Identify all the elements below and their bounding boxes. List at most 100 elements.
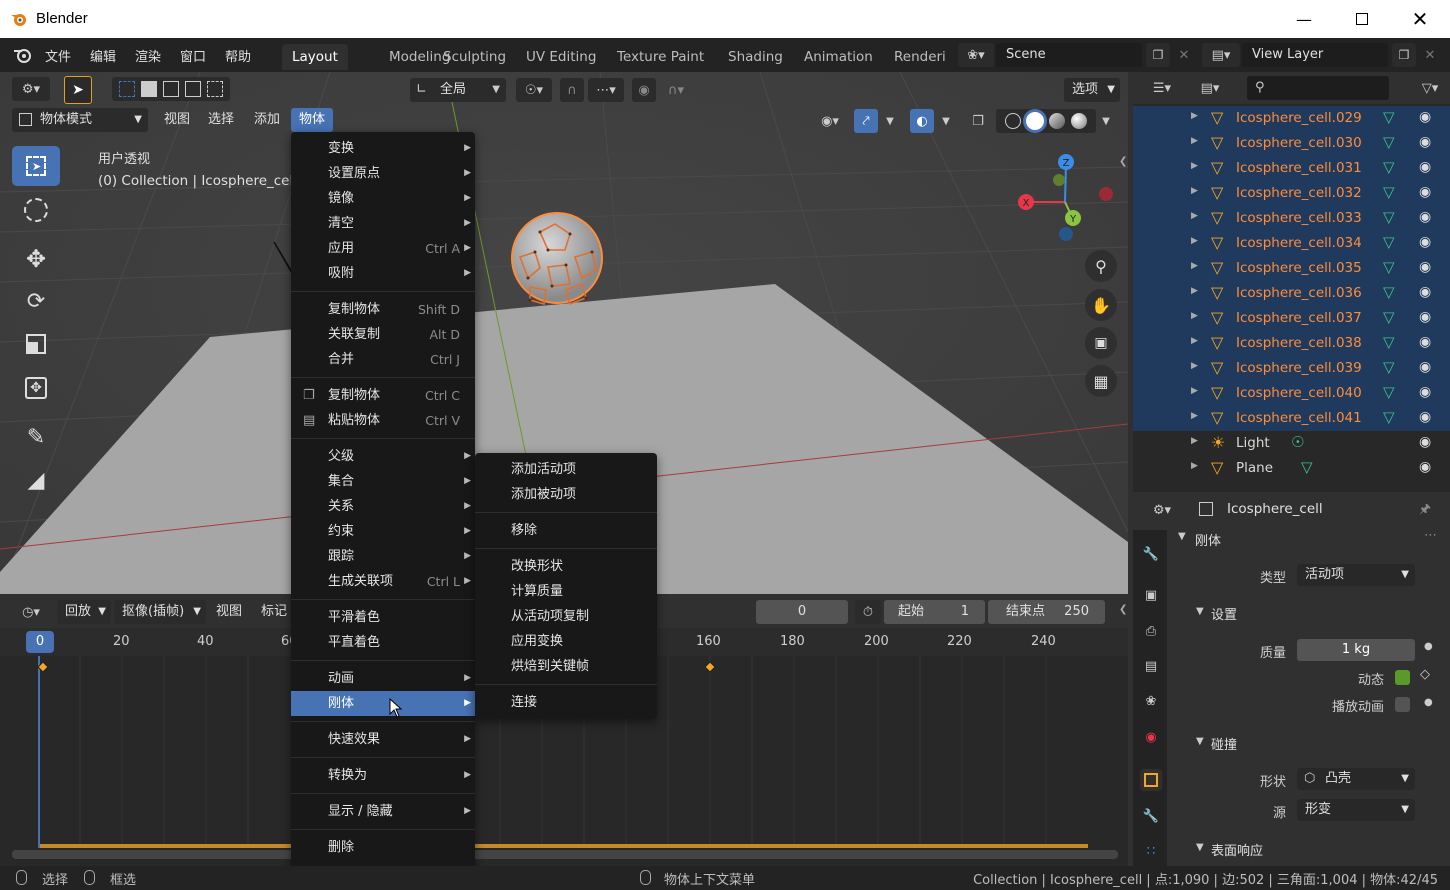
object-menu-item-parent[interactable]: 父级 ▶ bbox=[291, 444, 475, 469]
visibility-button[interactable]: ◉▾ bbox=[812, 109, 848, 133]
object-menu-item-constraint[interactable]: 约束 ▶ bbox=[291, 519, 475, 544]
tab-texture-paint[interactable]: Texture Paint bbox=[607, 44, 714, 70]
object-menu-item-apply[interactable]: 应用 Ctrl A ▶ bbox=[291, 236, 475, 261]
eye-icon[interactable]: ◉ bbox=[1419, 284, 1431, 300]
outliner-filter-button[interactable]: ▽▾ bbox=[1413, 76, 1447, 100]
keyframe-dot-icon[interactable]: ● bbox=[1424, 641, 1433, 652]
expand-arrow-icon[interactable]: ▶ bbox=[1191, 411, 1198, 421]
object-menu-item-link-transfer[interactable]: 生成关联项 Ctrl L ▶ bbox=[291, 569, 475, 594]
eye-icon[interactable]: ◉ bbox=[1419, 109, 1431, 125]
mesh-data-icon[interactable]: ▽ bbox=[1383, 233, 1395, 251]
keyframe-diamond-icon[interactable]: ◇ bbox=[1420, 667, 1430, 682]
tool-rotate[interactable]: ⟳ bbox=[12, 281, 60, 321]
selection-mode-buttons[interactable] bbox=[112, 77, 230, 101]
eye-icon[interactable]: ◉ bbox=[1419, 134, 1431, 150]
view-layer-selector[interactable]: ▤▾ bbox=[1202, 43, 1240, 67]
rigidbody-remove[interactable]: 移除 bbox=[475, 518, 657, 543]
eye-icon[interactable]: ◉ bbox=[1419, 159, 1431, 175]
viewport-menu-add[interactable]: 添加 bbox=[246, 108, 288, 132]
xray-toggle[interactable]: ❐ bbox=[966, 109, 990, 133]
object-menu-item-paste[interactable]: ▤ 粘贴物体 Ctrl V bbox=[291, 408, 475, 433]
chevron-down-icon[interactable]: ▼ bbox=[1196, 606, 1204, 617]
outliner-row[interactable]: ▶ ▽ Icosphere_cell.041 ▽ ◉ bbox=[1133, 406, 1450, 431]
expand-arrow-icon[interactable]: ▶ bbox=[1191, 211, 1198, 221]
eye-icon[interactable]: ◉ bbox=[1419, 409, 1431, 425]
editor-type-button[interactable]: ⚙▾ bbox=[12, 77, 50, 101]
rigidbody-calculate-mass[interactable]: 计算质量 bbox=[475, 579, 657, 604]
drag-handle-icon[interactable]: ⋯ bbox=[1424, 528, 1437, 543]
shading-dropdown[interactable]: ▼ bbox=[1096, 109, 1116, 133]
new-view-layer-button[interactable]: ❐ bbox=[1392, 43, 1416, 67]
object-menu-item-shade-smooth[interactable]: 平滑着色 bbox=[291, 605, 475, 630]
proportional-edit-toggle[interactable]: ◉ bbox=[632, 78, 656, 102]
mesh-data-icon[interactable]: ▽ bbox=[1301, 458, 1313, 476]
rigidbody-apply-transform[interactable]: 应用变换 bbox=[475, 629, 657, 654]
eye-icon[interactable]: ◉ bbox=[1419, 209, 1431, 225]
gizmo-dropdown[interactable]: ▼ bbox=[880, 109, 900, 133]
snap-toggle[interactable]: ∩ bbox=[560, 78, 584, 102]
snap-target-button[interactable]: ⋯▾ bbox=[588, 78, 624, 102]
rigidbody-bake-to-keyframes[interactable]: 烘焙到关键帧 bbox=[475, 654, 657, 679]
scene-selector-button[interactable]: ❀▾ bbox=[958, 43, 994, 67]
light-data-icon[interactable]: ☉ bbox=[1291, 433, 1304, 451]
rigidbody-connect[interactable]: 连接 bbox=[475, 690, 657, 715]
surface-response-panel-title[interactable]: 表面响应 bbox=[1211, 840, 1263, 859]
outliner-row[interactable]: ▶ ▽ Icosphere_cell.040 ▽ ◉ bbox=[1133, 381, 1450, 406]
chevron-down-icon[interactable]: ▼ bbox=[1196, 842, 1204, 853]
mesh-data-icon[interactable]: ▽ bbox=[1383, 158, 1395, 176]
minimize-button[interactable]: — bbox=[1275, 0, 1333, 38]
object-menu-item-show-hide[interactable]: 显示 / 隐藏 ▶ bbox=[291, 799, 475, 824]
eye-icon[interactable]: ◉ bbox=[1419, 459, 1431, 475]
keying-dropdown[interactable]: 抠像(插帧) ▼ bbox=[114, 600, 206, 624]
pan-button[interactable]: ✋ bbox=[1085, 289, 1117, 321]
display-mode-button[interactable]: ▤▾ bbox=[1191, 76, 1229, 100]
transform-orientation-dropdown[interactable]: ∟ 全局 ▼ bbox=[410, 78, 506, 102]
mesh-data-icon[interactable]: ▽ bbox=[1383, 258, 1395, 276]
mesh-data-icon[interactable]: ▽ bbox=[1383, 133, 1395, 151]
object-menu-item-animation[interactable]: 动画 ▶ bbox=[291, 666, 475, 691]
viewport-menu-view[interactable]: 视图 bbox=[156, 108, 198, 132]
mesh-data-icon[interactable]: ▽ bbox=[1383, 333, 1395, 351]
frame-start-field[interactable]: 起始 1 bbox=[884, 600, 985, 624]
expand-arrow-icon[interactable]: ▶ bbox=[1191, 136, 1198, 146]
eye-icon[interactable]: ◉ bbox=[1419, 334, 1431, 350]
tool-scale[interactable] bbox=[12, 324, 60, 364]
tab-sculpting[interactable]: Sculpting bbox=[433, 44, 516, 70]
overlay-dropdown[interactable]: ▼ bbox=[936, 109, 956, 133]
timeline-sidebar-toggle-icon[interactable]: ❮ bbox=[1119, 604, 1127, 615]
mass-field[interactable]: 1 kg bbox=[1297, 639, 1415, 661]
outliner-row[interactable]: ▶ ▽ Icosphere_cell.031 ▽ ◉ bbox=[1133, 156, 1450, 181]
sidebar-toggle-icon[interactable]: ❮ bbox=[1119, 156, 1127, 167]
outliner-row[interactable]: ▶ ▽ Icosphere_cell.037 ▽ ◉ bbox=[1133, 306, 1450, 331]
expand-arrow-icon[interactable]: ▶ bbox=[1191, 436, 1198, 446]
zoom-button[interactable]: ⚲ bbox=[1085, 250, 1117, 282]
object-menu-item-quick-effects[interactable]: 快速效果 ▶ bbox=[291, 727, 475, 752]
current-frame-indicator[interactable]: 0 bbox=[26, 631, 54, 653]
eye-icon[interactable]: ◉ bbox=[1419, 184, 1431, 200]
eye-icon[interactable]: ◉ bbox=[1419, 434, 1431, 450]
viewport-menu-object[interactable]: 物体 bbox=[291, 108, 334, 132]
object-menu-item-delete[interactable]: 删除 bbox=[291, 835, 475, 860]
eye-icon[interactable]: ◉ bbox=[1419, 234, 1431, 250]
shading-mode-buttons[interactable] bbox=[996, 109, 1096, 133]
menu-render[interactable]: 渲染 bbox=[135, 46, 161, 65]
object-menu-item-transform[interactable]: 变换 ▶ bbox=[291, 136, 475, 161]
outliner-row[interactable]: ▶ ▽ Icosphere_cell.039 ▽ ◉ bbox=[1133, 356, 1450, 381]
frame-end-field[interactable]: 结束点 250 bbox=[988, 600, 1105, 624]
object-menu-item-clear[interactable]: 清空 ▶ bbox=[291, 211, 475, 236]
outliner-row[interactable]: ▶ ▽ Icosphere_cell.035 ▽ ◉ bbox=[1133, 256, 1450, 281]
object-menu-item-mirror[interactable]: 镜像 ▶ bbox=[291, 186, 475, 211]
camera-view-button[interactable]: ▣ bbox=[1085, 327, 1117, 359]
tab-tool[interactable]: 🔧 bbox=[1140, 543, 1162, 565]
ortho-toggle-button[interactable]: ▦ bbox=[1085, 365, 1117, 397]
timeline-editor-type-button[interactable]: ◷▾ bbox=[12, 600, 50, 624]
tool-measure[interactable]: ◢ bbox=[12, 460, 60, 500]
expand-arrow-icon[interactable]: ▶ bbox=[1191, 336, 1198, 346]
object-menu-item-collection[interactable]: 集合 ▶ bbox=[291, 469, 475, 494]
object-menu-item-convert[interactable]: 转换为 ▶ bbox=[291, 763, 475, 788]
shape-dropdown[interactable]: ⬡ 凸壳 ▼ bbox=[1297, 768, 1415, 790]
outliner-row[interactable]: ▶ ▽ Icosphere_cell.038 ▽ ◉ bbox=[1133, 331, 1450, 356]
object-menu-item-rigid-body[interactable]: 刚体 ▶ bbox=[291, 691, 475, 716]
tab-uv-editing[interactable]: UV Editing bbox=[516, 44, 606, 70]
close-button[interactable]: ✕ bbox=[1391, 0, 1449, 38]
